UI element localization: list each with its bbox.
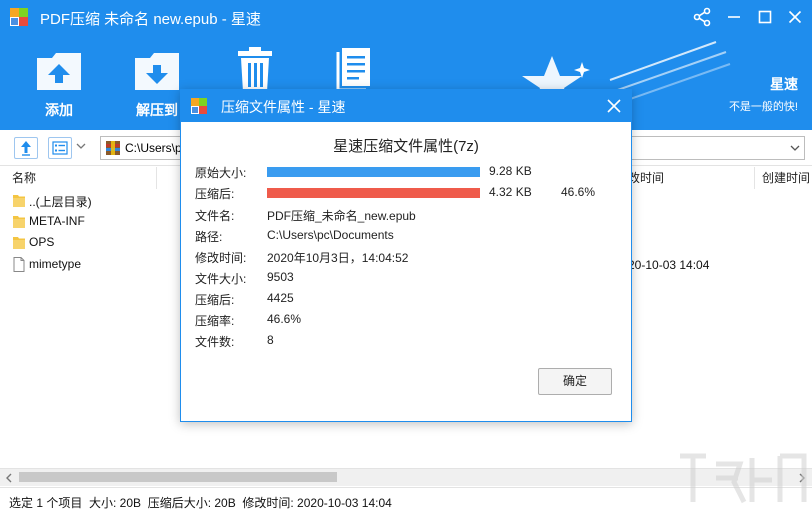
list-item[interactable]: OPS [10,233,180,253]
prop-label: 修改时间: [195,251,247,265]
share-icon[interactable] [688,4,716,30]
file-size-value: 9503 [267,270,294,284]
brand-slogan: 不是一般的快! [728,101,798,113]
prop-label: 压缩后: [195,293,235,307]
chevron-down-icon[interactable] [790,144,800,152]
close-icon [788,10,802,24]
column-divider[interactable] [156,167,157,189]
archive-properties-dialog: 压缩文件属性 - 星速 星速压缩文件属性(7z) 原始大小: 9.28 KB 压… [180,89,632,422]
modified-time-value: 2020年10月3日，14:04:52 [267,251,409,265]
path-text: C:\Users\p [125,141,182,155]
dialog-title-bar: 压缩文件属性 - 星速 [181,90,631,122]
up-folder-button[interactable] [14,137,38,159]
file-name: OPS [29,235,55,249]
delete-trash-icon [238,47,272,92]
folder-icon [13,237,25,249]
column-divider[interactable] [754,167,755,189]
original-size-label: 原始大小: [195,166,247,180]
chevron-left-icon[interactable] [5,473,13,483]
dialog-heading: 星速压缩文件属性(7z) [333,138,479,155]
file-count-value: 8 [267,333,274,347]
window-title: PDF压缩 未命名 new.epub - 星速 [40,11,261,28]
document-info-icon [336,48,370,92]
file-name: mimetype [29,257,82,271]
watermark-logo [680,453,807,504]
add-label: 添加 [45,102,73,118]
column-header-modified[interactable]: 改时间 [628,167,748,189]
column-header-name[interactable]: 名称 [12,167,152,189]
prop-label: 文件数: [195,335,235,349]
list-view-icon [52,141,68,155]
prop-label: 文件大小: [195,272,247,286]
view-mode-button[interactable] [48,137,72,159]
dialog-title: 压缩文件属性 - 星速 [221,99,346,115]
compressed-bytes-value: 4425 [267,291,294,305]
app-logo-icon [191,98,207,114]
status-text: 选定 1 个项目 大小: 20B 压缩后大小: 20B 修改时间: 2020-1… [9,496,392,510]
arrow-up-icon [21,141,31,156]
scrollbar-thumb[interactable] [19,472,337,482]
file-icon [13,257,25,272]
maximize-icon [758,10,772,24]
brand-name: 星速 [770,76,798,92]
extract-download-icon [135,53,179,90]
folder-icon [13,216,25,228]
close-button[interactable] [781,4,809,30]
compressed-size-label: 压缩后: [195,187,235,201]
original-size-value: 9.28 KB [489,164,532,178]
column-header-created[interactable]: 创建时间 [762,167,812,189]
prop-label: 路径: [195,230,223,244]
maximize-button[interactable] [751,4,779,30]
file-name-value: PDF压缩_未命名_new.epub [267,209,416,223]
minimize-icon [728,16,740,18]
original-size-bar [267,167,480,177]
file-name: ..(上层目录) [29,195,92,209]
chevron-down-icon[interactable] [76,142,86,150]
ok-button[interactable]: 确定 [538,368,612,395]
compressed-size-bar [267,188,480,198]
brand-block: 星速 不是一般的快! [729,74,798,114]
archive-file-icon [106,141,120,155]
add-upload-icon [37,53,81,90]
compressed-percent: 46.6% [561,185,596,199]
title-bar: PDF压缩 未命名 new.epub - 星速 [0,0,812,36]
compressed-size-value: 4.32 KB [489,185,532,199]
add-button[interactable]: 添加 [24,44,94,120]
modified-time: 20-10-03 14:04 [628,258,710,272]
list-item[interactable]: META-INF [10,212,180,232]
path-value: C:\Users\pc\Documents [267,228,394,242]
prop-label: 压缩率: [195,314,235,328]
folder-icon [13,195,25,207]
list-item[interactable]: ..(上层目录) [10,191,180,211]
file-name: META-INF [29,214,85,228]
app-logo-icon [10,8,28,26]
compression-ratio-value: 46.6% [267,312,302,326]
dialog-close-icon[interactable] [605,97,623,115]
minimize-button[interactable] [720,4,748,30]
prop-label: 文件名: [195,209,235,223]
list-item[interactable]: mimetype [10,255,180,275]
